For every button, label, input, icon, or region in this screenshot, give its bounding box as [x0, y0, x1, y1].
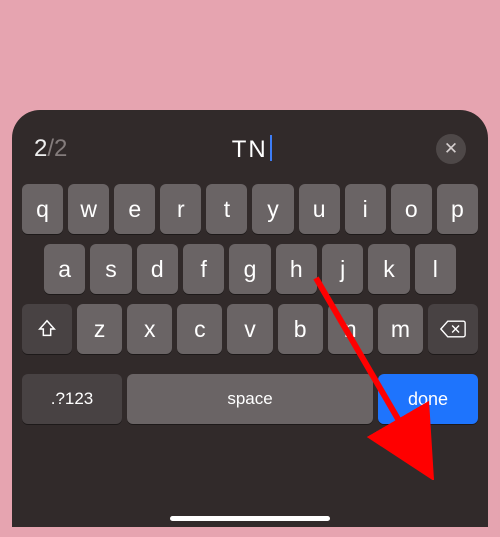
- keyboard-row-1: q w e r t y u i o p: [22, 184, 478, 234]
- shift-key[interactable]: [22, 304, 72, 354]
- key-u[interactable]: u: [299, 184, 340, 234]
- home-indicator[interactable]: [170, 516, 330, 521]
- key-z[interactable]: z: [77, 304, 122, 354]
- key-b[interactable]: b: [278, 304, 323, 354]
- key-c[interactable]: c: [177, 304, 222, 354]
- key-l[interactable]: l: [415, 244, 456, 294]
- key-w[interactable]: w: [68, 184, 109, 234]
- keyboard-row-3: z x c v b n m: [22, 304, 478, 354]
- counter-total: 2: [54, 135, 67, 162]
- keyboard-panel: 2/2 TN ✕ q w e r t y u i o p a s d f g h: [12, 110, 488, 527]
- keyboard-row-2: a s d f g h j k l: [22, 244, 478, 294]
- space-key[interactable]: space: [127, 374, 373, 424]
- backspace-key[interactable]: [428, 304, 478, 354]
- key-k[interactable]: k: [368, 244, 409, 294]
- key-a[interactable]: a: [44, 244, 85, 294]
- key-q[interactable]: q: [22, 184, 63, 234]
- key-j[interactable]: j: [322, 244, 363, 294]
- key-r[interactable]: r: [160, 184, 201, 234]
- keyboard-header: 2/2 TN ✕: [22, 132, 478, 184]
- key-e[interactable]: e: [114, 184, 155, 234]
- text-input[interactable]: TN: [67, 135, 436, 164]
- counter-current: 2: [34, 135, 47, 162]
- char-counter: 2/2: [34, 135, 67, 163]
- done-key[interactable]: done: [378, 374, 478, 424]
- key-t[interactable]: t: [206, 184, 247, 234]
- key-p[interactable]: p: [437, 184, 478, 234]
- keyboard-bottom-row: .?123 space done: [22, 374, 478, 424]
- clear-button[interactable]: ✕: [436, 134, 466, 164]
- key-s[interactable]: s: [90, 244, 131, 294]
- key-o[interactable]: o: [391, 184, 432, 234]
- key-f[interactable]: f: [183, 244, 224, 294]
- key-v[interactable]: v: [227, 304, 272, 354]
- backspace-icon: [440, 319, 466, 339]
- key-y[interactable]: y: [252, 184, 293, 234]
- keyboard-rows: q w e r t y u i o p a s d f g h j k l: [22, 184, 478, 424]
- input-value: TN: [232, 136, 268, 164]
- close-icon: ✕: [444, 139, 458, 159]
- key-i[interactable]: i: [345, 184, 386, 234]
- key-g[interactable]: g: [229, 244, 270, 294]
- key-x[interactable]: x: [127, 304, 172, 354]
- text-caret: [270, 135, 272, 161]
- key-m[interactable]: m: [378, 304, 423, 354]
- key-d[interactable]: d: [137, 244, 178, 294]
- numbers-symbols-key[interactable]: .?123: [22, 374, 122, 424]
- key-h[interactable]: h: [276, 244, 317, 294]
- shift-icon: [36, 318, 58, 340]
- key-n[interactable]: n: [328, 304, 373, 354]
